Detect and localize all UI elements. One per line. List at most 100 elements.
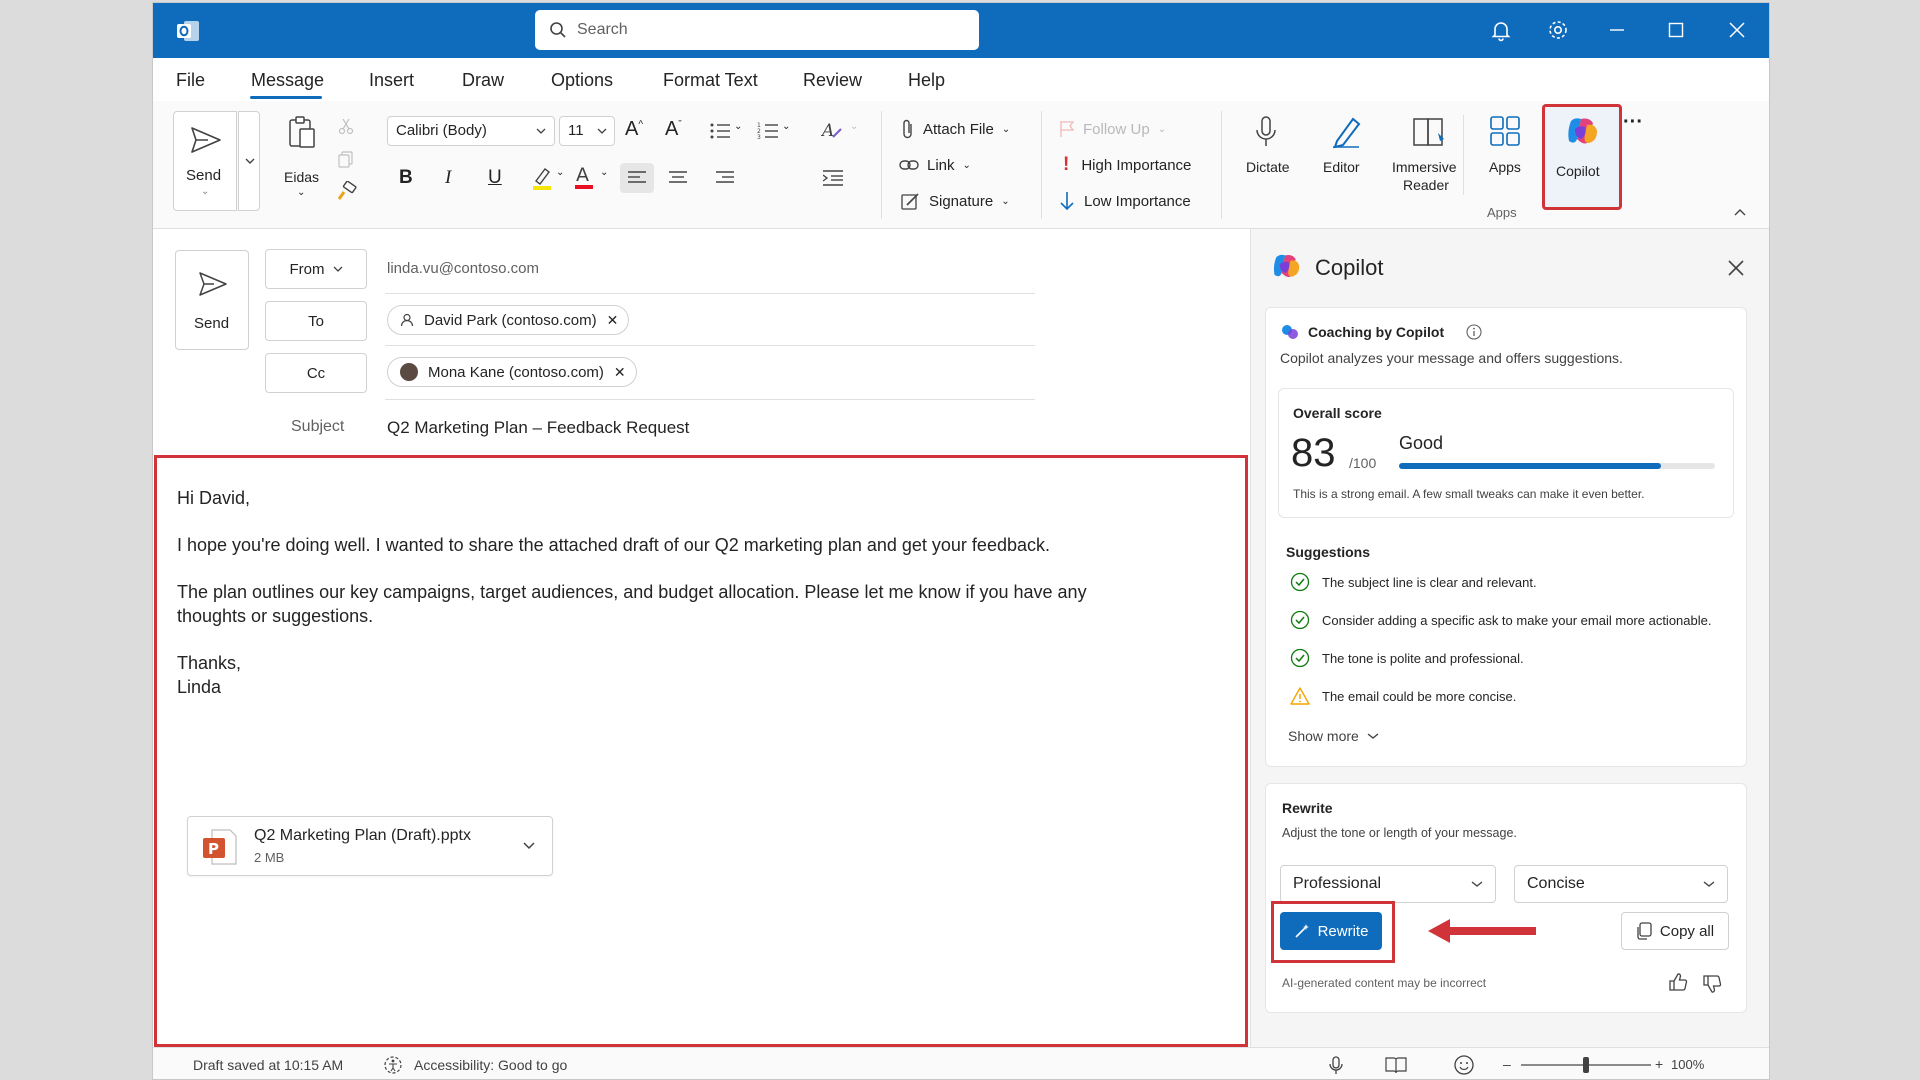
reading-view-icon[interactable] — [1385, 1056, 1407, 1074]
font-size-select[interactable]: 11 — [559, 116, 615, 146]
immersive-reader-button[interactable]: Immersive Reader — [1387, 111, 1471, 211]
highlight-chevron-icon[interactable]: ⌄ — [556, 167, 564, 178]
bullets-chevron-icon[interactable]: ⌄ — [734, 121, 742, 132]
zoom-slider-thumb[interactable] — [1583, 1057, 1589, 1073]
ribbon-tabs: File Message Insert Draw Options Format … — [153, 58, 1769, 101]
apps-button[interactable]: Apps — [1475, 111, 1535, 191]
tab-format-text[interactable]: Format Text — [663, 70, 758, 91]
italic-icon[interactable]: I — [445, 167, 451, 189]
gear-icon[interactable] — [1546, 18, 1570, 42]
zoom-slider-track[interactable] — [1521, 1057, 1651, 1073]
attach-file-button[interactable]: Attach File ⌄ — [901, 117, 1010, 141]
collapse-ribbon-chevron-icon[interactable] — [1733, 207, 1747, 217]
maximize-icon[interactable] — [1664, 18, 1688, 42]
indent-icon[interactable] — [823, 170, 843, 186]
accessibility-status[interactable]: Accessibility: Good to go — [414, 1057, 567, 1073]
grow-font-icon[interactable]: A^ — [625, 118, 643, 141]
link-button[interactable]: Link ⌄ — [899, 153, 971, 177]
check-circle-icon — [1290, 572, 1310, 592]
align-right-icon[interactable] — [716, 170, 734, 186]
font-family-select[interactable]: Calibri (Body) — [387, 116, 555, 146]
underline-icon[interactable]: U — [488, 167, 502, 189]
copy-icon[interactable] — [337, 150, 355, 168]
emoji-icon[interactable] — [1453, 1054, 1475, 1076]
rewrite-button[interactable]: Rewrite — [1280, 912, 1382, 950]
ribbon-send-button[interactable]: Send ⌄ — [173, 111, 237, 211]
remove-recipient-icon[interactable]: ✕ — [614, 364, 626, 381]
styles-icon[interactable]: A — [821, 119, 845, 141]
shrink-font-icon[interactable]: Aˇ — [665, 118, 682, 141]
search-box[interactable]: Search — [535, 10, 979, 50]
overall-score-label: Overall score — [1293, 405, 1382, 421]
tab-draw[interactable]: Draw — [462, 70, 504, 91]
info-icon[interactable] — [1466, 324, 1482, 340]
tab-insert[interactable]: Insert — [369, 70, 414, 91]
cc-recipient-chip[interactable]: Mona Kane (contoso.com) ✕ — [387, 357, 637, 387]
copy-icon — [1637, 922, 1652, 940]
editor-button[interactable]: Editor — [1313, 111, 1377, 191]
coaching-description: Copilot analyzes your message and offers… — [1280, 350, 1623, 366]
low-importance-button[interactable]: Low Importance — [1059, 189, 1191, 213]
numbering-chevron-icon[interactable]: ⌄ — [782, 121, 790, 132]
length-select[interactable]: Concise — [1514, 865, 1728, 903]
chevron-down-icon: ⌄ — [1001, 195, 1010, 207]
to-recipient-chip[interactable]: David Park (contoso.com) ✕ — [387, 305, 630, 335]
thumbs-down-icon[interactable] — [1702, 974, 1722, 994]
magic-wand-icon — [1294, 924, 1309, 938]
bell-icon[interactable] — [1489, 18, 1513, 42]
align-center-icon[interactable] — [669, 170, 687, 186]
more-options-icon[interactable]: ··· — [1623, 111, 1643, 134]
coaching-card: Coaching by Copilot Copilot analyzes you… — [1265, 307, 1747, 767]
editor-label: Editor — [1323, 159, 1360, 175]
tab-file[interactable]: File — [176, 70, 205, 91]
dictate-button[interactable]: Dictate — [1231, 111, 1301, 191]
send-options-button[interactable] — [238, 111, 260, 211]
paste-chevron-icon: ⌄ — [297, 187, 306, 198]
powerpoint-file-icon: P — [203, 829, 237, 865]
message-body[interactable]: Hi David, I hope you're doing well. I wa… — [154, 455, 1248, 1047]
cut-icon[interactable] — [337, 117, 355, 135]
divider — [385, 293, 1035, 294]
signature-button[interactable]: Signature ⌄ — [901, 189, 1010, 213]
tab-options[interactable]: Options — [551, 70, 613, 91]
zoom-in-icon[interactable]: + — [1655, 1056, 1663, 1072]
align-left-button[interactable] — [620, 163, 654, 193]
numbering-icon[interactable]: 123 — [757, 121, 779, 141]
flag-icon — [1060, 121, 1075, 137]
copy-all-button[interactable]: Copy all — [1621, 912, 1729, 950]
cc-button[interactable]: Cc — [265, 353, 367, 393]
thumbs-up-icon[interactable] — [1668, 972, 1688, 992]
subject-input[interactable]: Q2 Marketing Plan – Feedback Request — [387, 418, 689, 438]
remove-recipient-icon[interactable]: ✕ — [607, 312, 619, 329]
font-color-icon[interactable]: A — [573, 163, 595, 191]
red-arrow-annotation-icon — [1428, 919, 1536, 943]
minimize-icon[interactable] — [1605, 18, 1629, 42]
format-painter-icon[interactable] — [335, 181, 357, 203]
ribbon-separator — [881, 111, 882, 219]
compose-send-button[interactable]: Send — [175, 250, 249, 350]
zoom-out-icon[interactable]: – — [1503, 1056, 1511, 1072]
bullets-icon[interactable] — [709, 121, 731, 141]
attachment-card[interactable]: P Q2 Marketing Plan (Draft).pptx 2 MB — [187, 816, 553, 876]
tone-select[interactable]: Professional — [1280, 865, 1496, 903]
to-button[interactable]: To — [265, 301, 367, 341]
tab-review[interactable]: Review — [803, 70, 862, 91]
bold-icon[interactable]: B — [399, 167, 413, 189]
dictate-status-icon[interactable] — [1327, 1055, 1345, 1075]
show-more-button[interactable]: Show more — [1288, 728, 1379, 744]
paste-button[interactable]: Eidas ⌄ — [277, 111, 327, 211]
high-importance-button[interactable]: ! High Importance — [1063, 153, 1191, 177]
copilot-ribbon-button[interactable]: Copilot — [1542, 104, 1622, 210]
suggestions-title: Suggestions — [1286, 544, 1371, 560]
from-button[interactable]: From — [265, 249, 367, 289]
styles-chevron-icon[interactable]: ⌄ — [850, 121, 858, 132]
send-icon — [191, 127, 221, 153]
close-pane-icon[interactable] — [1727, 259, 1745, 277]
accessibility-icon[interactable] — [383, 1055, 403, 1075]
highlight-icon[interactable] — [531, 165, 553, 191]
chevron-down-icon[interactable] — [522, 841, 536, 851]
font-color-chevron-icon[interactable]: ⌄ — [600, 167, 608, 178]
tab-help[interactable]: Help — [908, 70, 945, 91]
close-icon[interactable] — [1725, 18, 1749, 42]
tab-message[interactable]: Message — [251, 70, 324, 91]
